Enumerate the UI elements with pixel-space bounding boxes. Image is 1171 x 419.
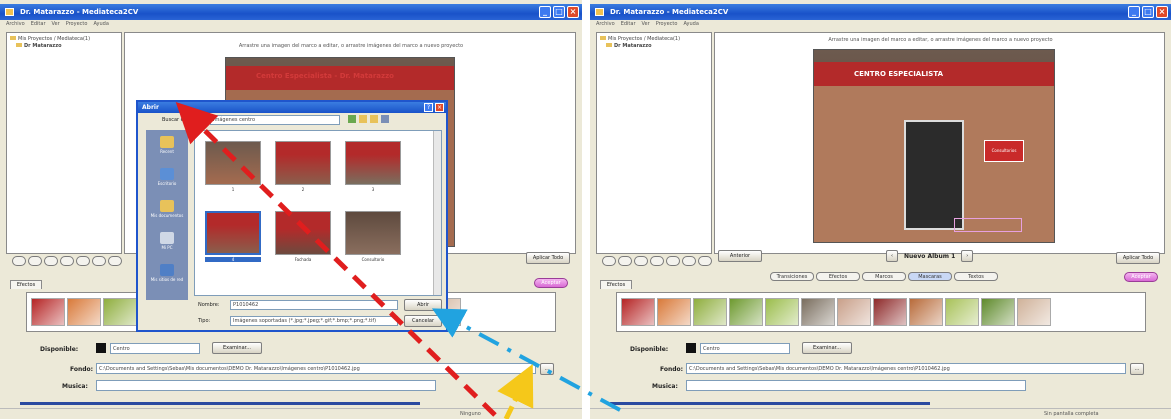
annotation-overlay — [175, 101, 621, 419]
red-arrow — [175, 101, 497, 417]
yellow-arrow — [497, 364, 534, 419]
